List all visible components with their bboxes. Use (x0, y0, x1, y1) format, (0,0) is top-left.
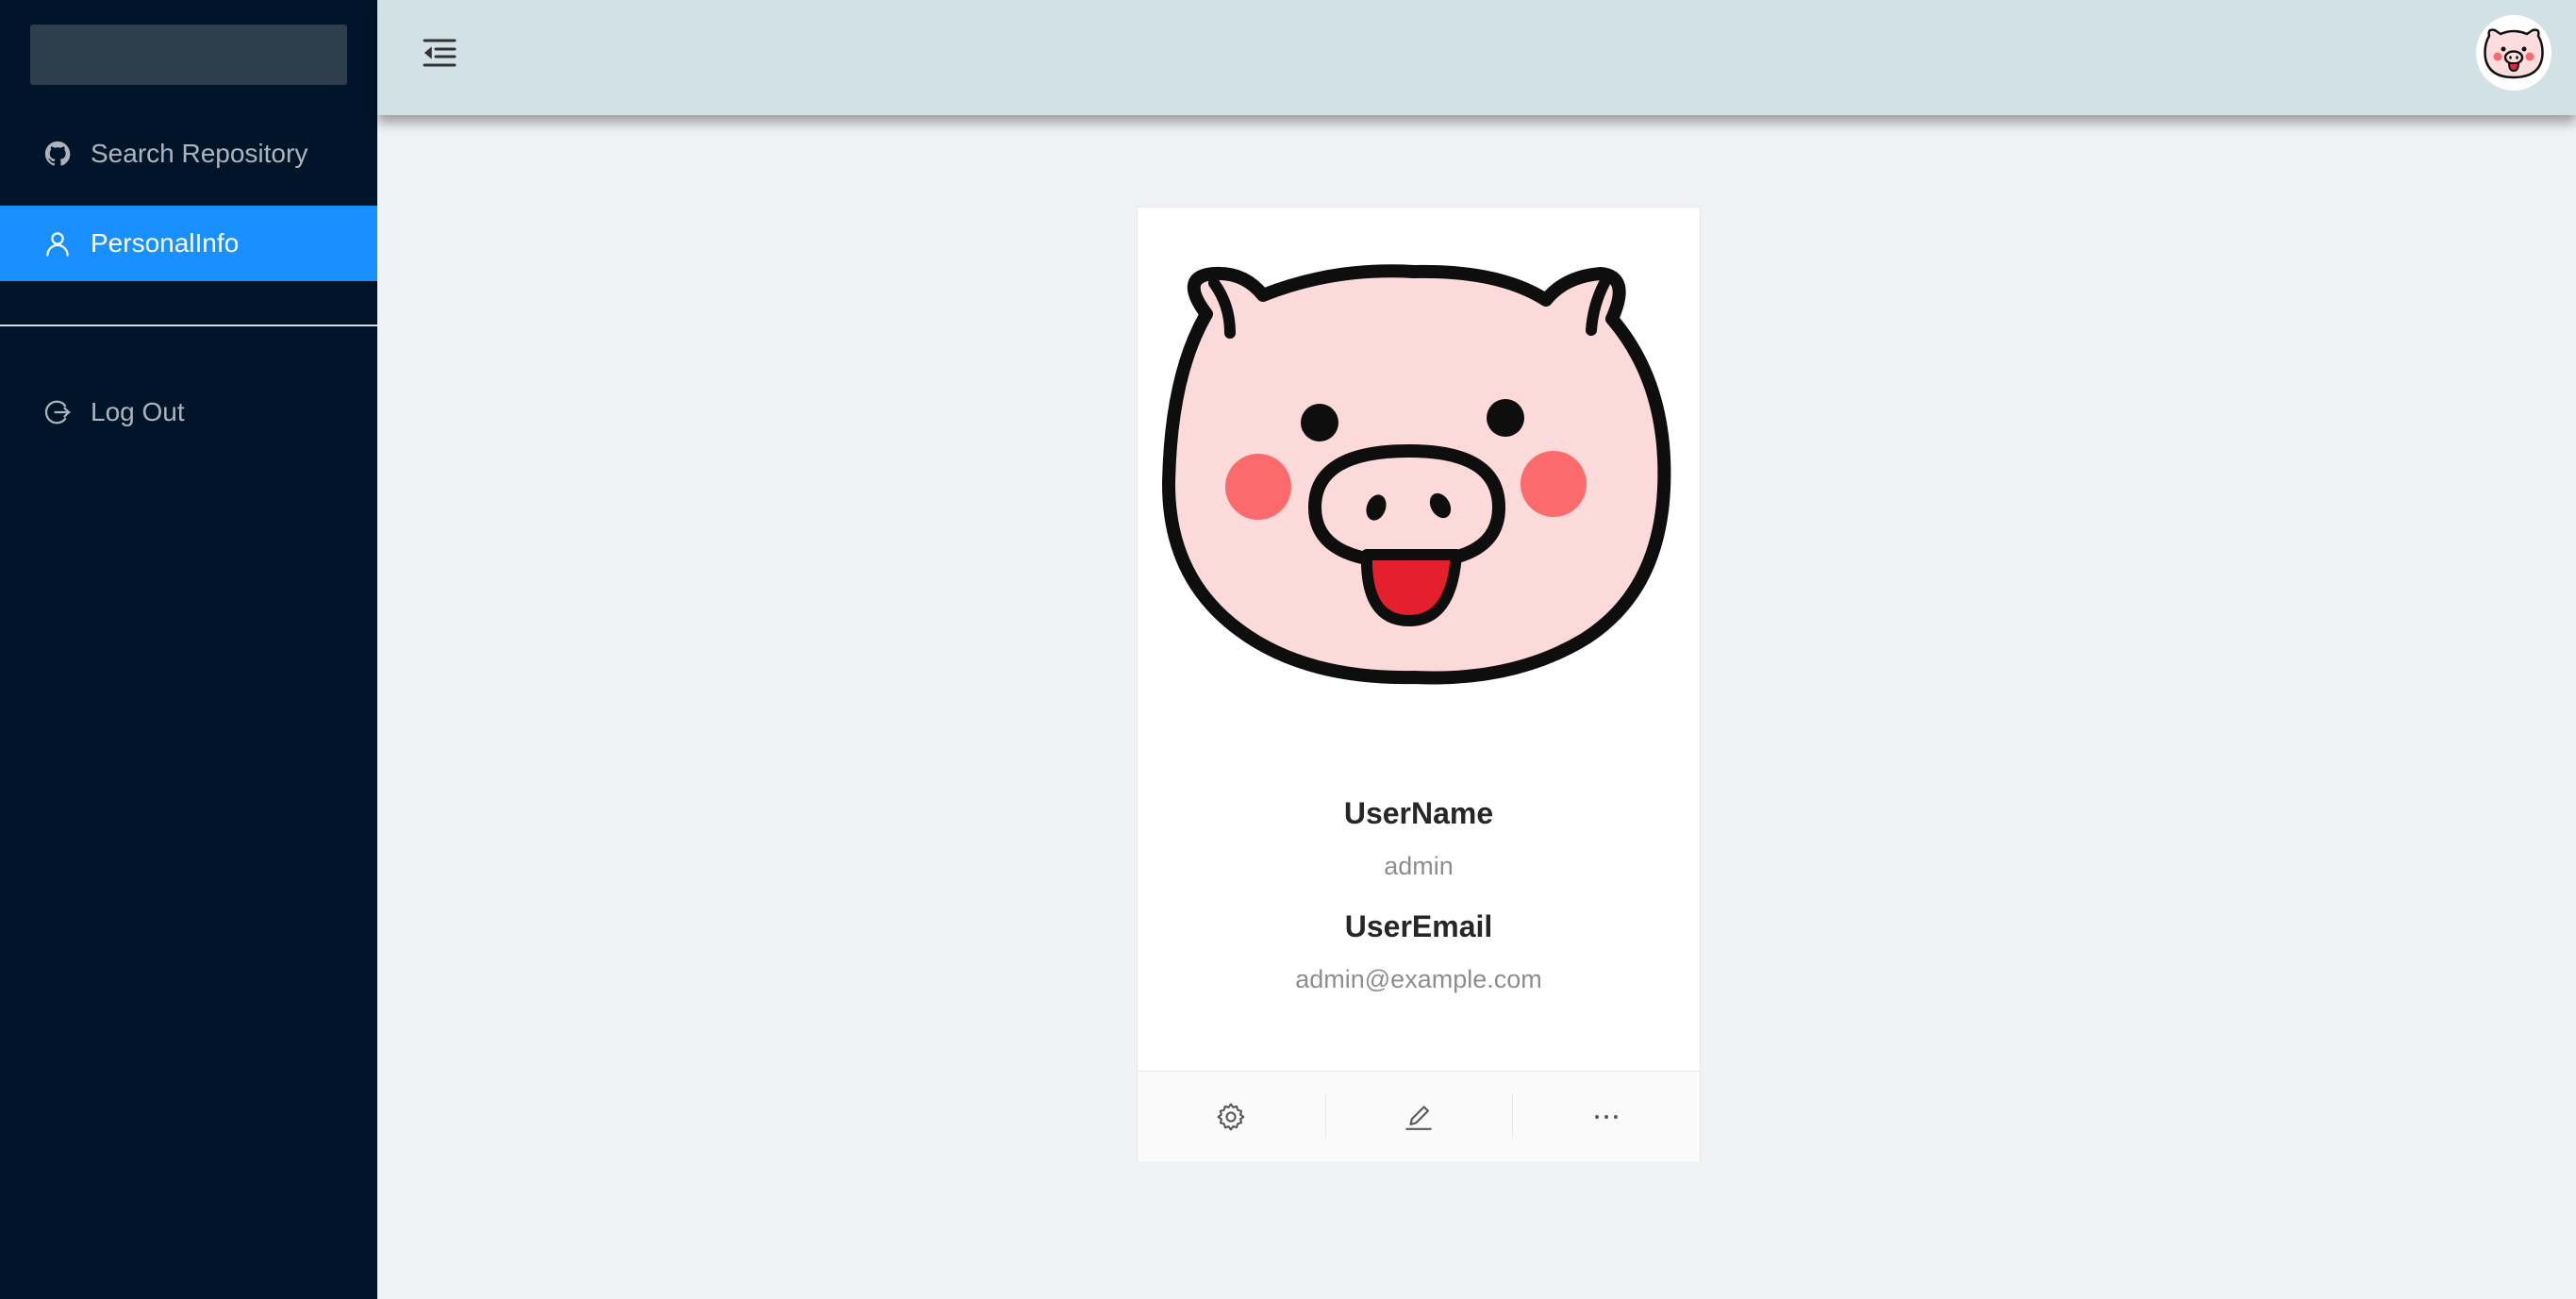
username-value: admin (1384, 852, 1454, 880)
pig-avatar-icon (2476, 15, 2551, 91)
user-icon (43, 229, 72, 258)
card-body: UserName admin UserEmail admin@example.c… (1138, 792, 1700, 1000)
email-value: admin@example.com (1295, 965, 1542, 993)
top-header (377, 0, 2576, 115)
sidebar: Search Repository PersonalInfo Log Out (0, 0, 377, 1299)
logo-placeholder (30, 25, 347, 85)
sidebar-item-log-out[interactable]: Log Out (0, 375, 377, 450)
email-title: UserEmail (1344, 909, 1493, 943)
profile-image (1138, 208, 1700, 770)
sidebar-item-label: PersonalInfo (91, 228, 240, 258)
header-avatar[interactable] (2476, 15, 2551, 91)
edit-button[interactable] (1324, 1072, 1513, 1161)
pig-face-icon (1162, 264, 1671, 685)
card-actions (1138, 1071, 1700, 1161)
more-button[interactable] (1512, 1072, 1700, 1161)
menu-fold-icon[interactable] (419, 36, 460, 70)
github-icon (43, 140, 72, 168)
username-title: UserName (1343, 796, 1494, 830)
sidebar-item-personalinfo[interactable]: PersonalInfo (0, 206, 377, 281)
ellipsis-icon (1594, 1114, 1618, 1119)
sidebar-item-label: Search Repository (91, 139, 308, 168)
edit-icon (1405, 1105, 1432, 1130)
sidebar-item-label: Log Out (91, 397, 185, 426)
sidebar-divider (0, 325, 377, 326)
sidebar-item-search-repository[interactable]: Search Repository (0, 116, 377, 192)
profile-card: UserName admin UserEmail admin@example.c… (1137, 207, 1701, 1161)
logout-icon (43, 398, 72, 426)
setting-icon (1217, 1102, 1245, 1131)
setting-button[interactable] (1138, 1072, 1325, 1161)
